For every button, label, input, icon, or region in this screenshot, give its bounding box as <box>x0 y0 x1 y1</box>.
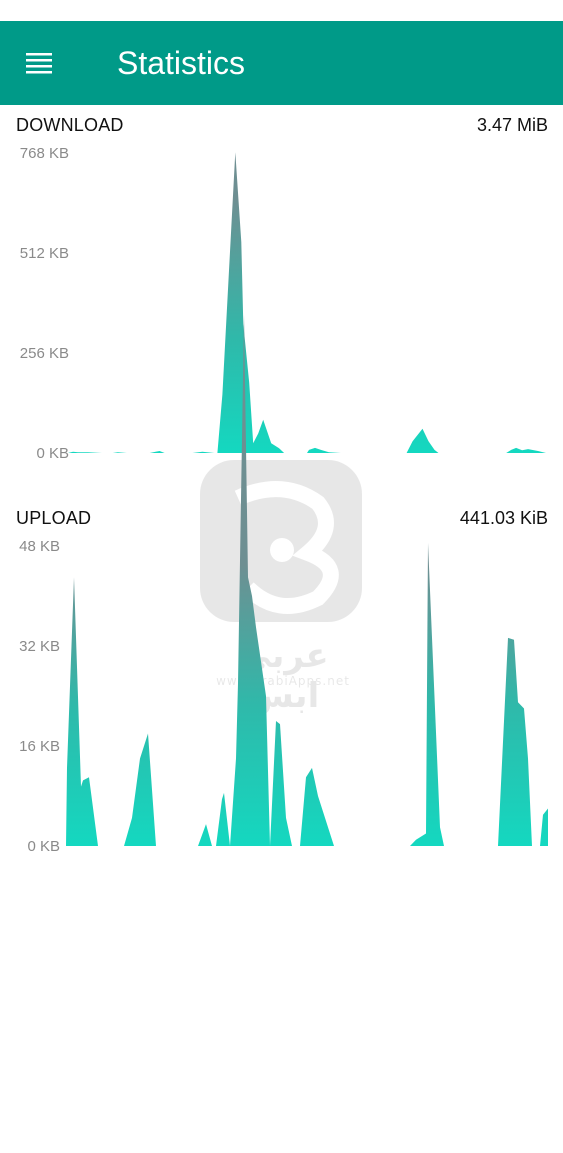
upload-area <box>66 314 548 846</box>
download-area <box>68 152 546 453</box>
charts-layer <box>66 152 548 846</box>
